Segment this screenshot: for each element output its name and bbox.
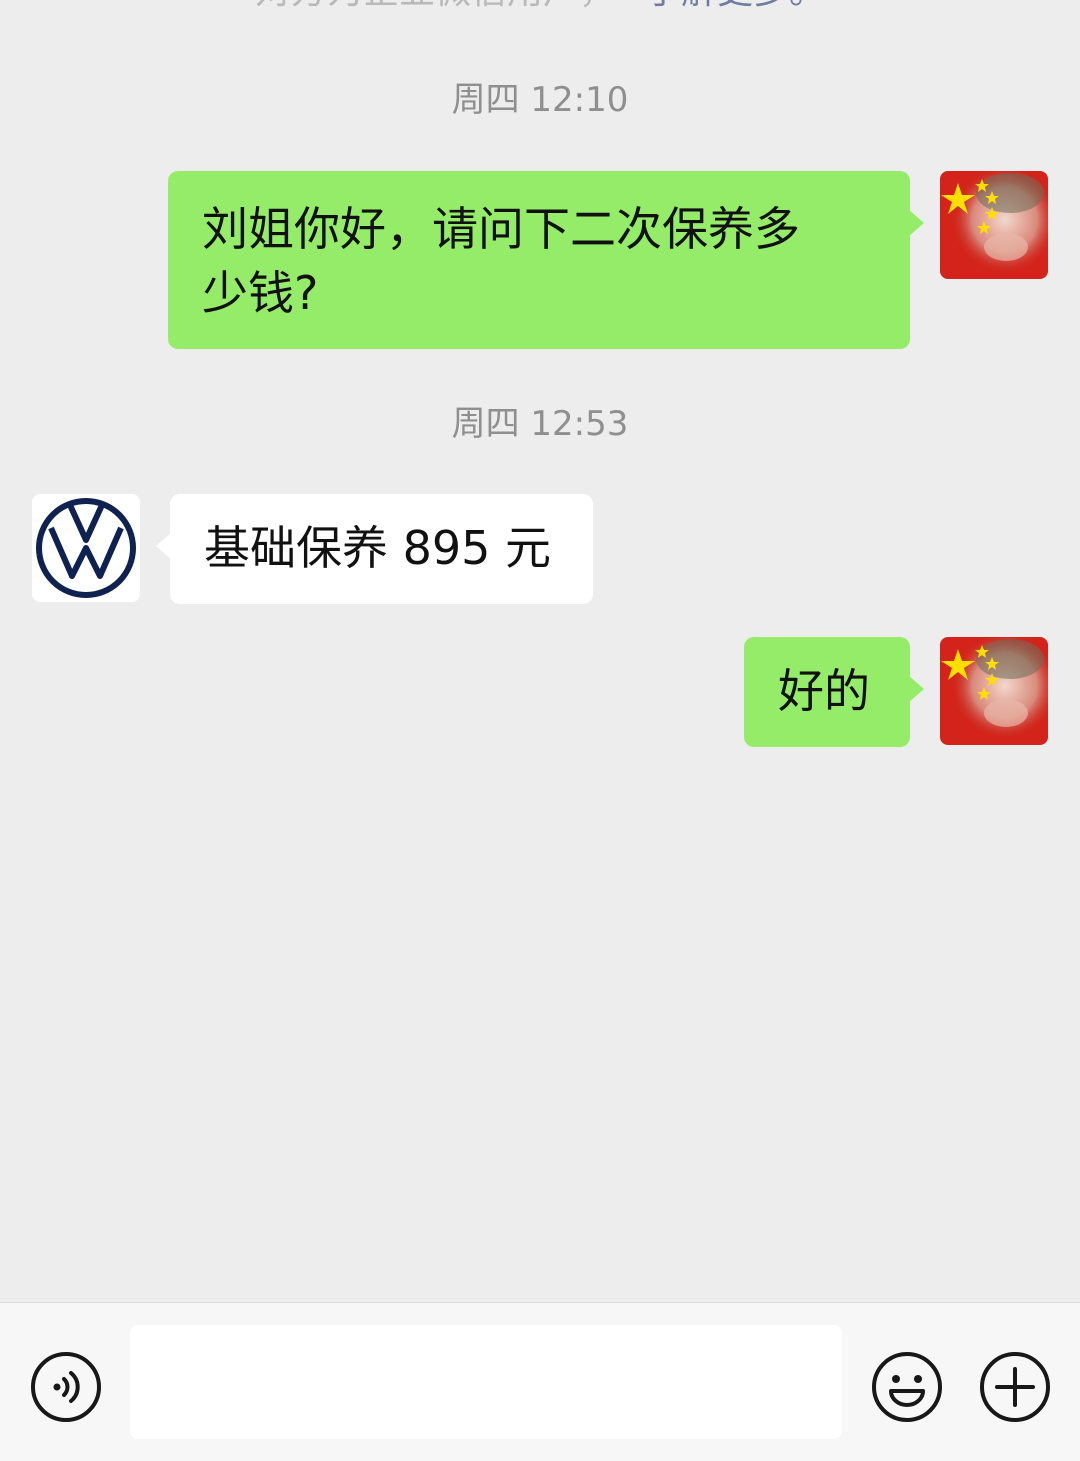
message-text: 基础保养 895 元	[204, 521, 552, 575]
notice-text: 对方为企业微信用户，	[255, 0, 615, 12]
vw-logo-icon	[36, 498, 136, 598]
emoji-icon	[872, 1352, 942, 1422]
voice-button[interactable]	[30, 1351, 102, 1423]
message-timestamp: 周四 12:53	[451, 404, 629, 444]
user-avatar[interactable]	[940, 171, 1048, 279]
message-input[interactable]	[130, 1325, 842, 1439]
user-avatar[interactable]	[940, 637, 1048, 745]
message-text-line: 少钱?	[202, 266, 319, 320]
voice-icon	[31, 1352, 101, 1422]
user-avatar-image	[940, 637, 1048, 745]
plus-icon	[980, 1352, 1050, 1422]
input-bar	[0, 1302, 1080, 1461]
outgoing-message-bubble[interactable]: 好的	[744, 637, 924, 747]
emoji-button[interactable]	[871, 1351, 943, 1423]
user-avatar-image	[940, 171, 1048, 279]
message-text: 好的	[778, 664, 870, 718]
enterprise-notice: 对方为企业微信用户， 了解更多。	[0, 0, 1080, 14]
plus-button[interactable]	[979, 1351, 1051, 1423]
incoming-message-bubble[interactable]: 基础保养 895 元	[156, 494, 593, 604]
vw-logo-avatar[interactable]	[32, 494, 140, 602]
message-timestamp: 周四 12:10	[451, 80, 629, 120]
learn-more-link[interactable]: 了解更多。	[645, 0, 825, 12]
outgoing-message-bubble[interactable]: 刘姐你好，请问下二次保养多 少钱?	[168, 171, 924, 349]
message-text-line: 刘姐你好，请问下二次保养多	[202, 202, 800, 256]
